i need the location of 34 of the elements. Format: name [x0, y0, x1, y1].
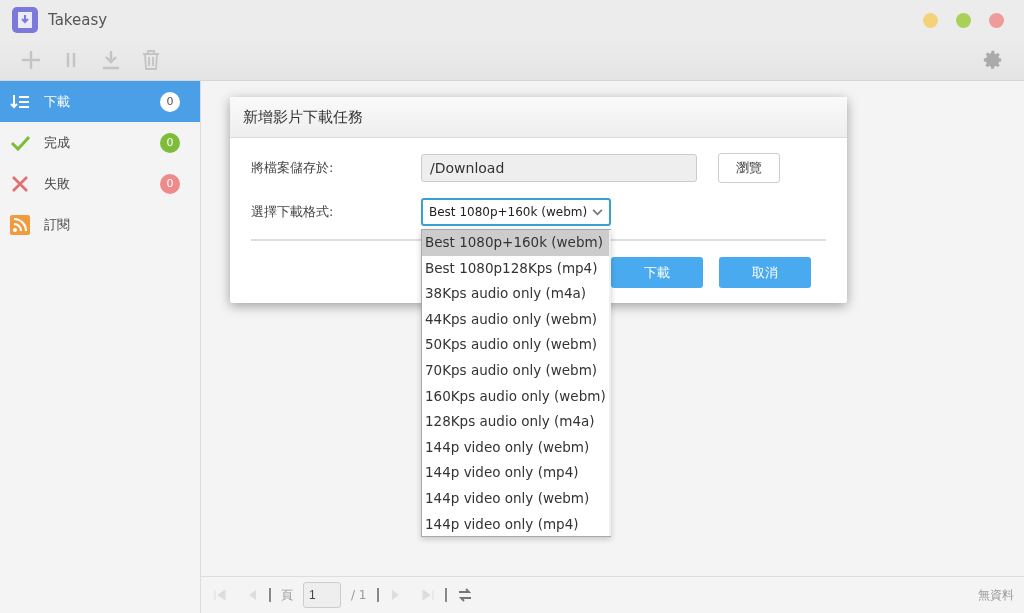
- dropdown-option[interactable]: 144p video only (mp4): [422, 460, 609, 486]
- dropdown-option[interactable]: 44Kps audio only (webm): [422, 306, 609, 333]
- sidebar-label: 訂閱: [44, 215, 70, 234]
- status-text: 無資料: [978, 586, 1014, 604]
- count-badge: 0: [160, 91, 180, 112]
- sidebar-label: 下載: [44, 92, 70, 111]
- count-badge: 0: [160, 173, 180, 194]
- dropdown-option[interactable]: 70Kps audio only (webm): [422, 357, 609, 384]
- sidebar-item[interactable]: 失敗 0: [0, 163, 200, 204]
- field-label: 將檔案儲存於:: [251, 159, 335, 177]
- dialog-title: 新增影片下載任務: [243, 107, 363, 127]
- count-badge: 0: [160, 132, 180, 153]
- dropdown-option[interactable]: 128Kps audio only (m4a): [422, 409, 609, 435]
- page-label: 頁: [281, 586, 293, 604]
- page-total: / 1: [351, 588, 367, 602]
- app-title: Takeasy: [48, 11, 108, 29]
- sidebar-item[interactable]: 完成 0: [0, 122, 200, 163]
- dropdown-option[interactable]: 144p video only (webm): [422, 485, 609, 512]
- dropdown-option[interactable]: 144p video only (mp4): [422, 511, 609, 538]
- page-number-field[interactable]: 1: [303, 582, 341, 608]
- sidebar-label: 完成: [44, 133, 70, 152]
- sidebar-item[interactable]: 訂閱: [0, 204, 200, 245]
- dropdown-option[interactable]: Best 1080p128Kps (mp4): [422, 255, 609, 282]
- sidebar-label: 失敗: [44, 174, 70, 193]
- dropdown-option[interactable]: Best 1080p+160k (webm): [422, 230, 609, 256]
- format-select[interactable]: Best 1080p+160k (webm): [421, 198, 611, 226]
- dropdown-option[interactable]: 144p video only (webm): [422, 434, 609, 461]
- dropdown-option[interactable]: 50Kps audio only (webm): [422, 332, 609, 358]
- dropdown-option[interactable]: 160Kps audio only (webm): [422, 383, 609, 410]
- dropdown-option[interactable]: 38Kps audio only (m4a): [422, 281, 609, 307]
- save-path-field[interactable]: /Download: [421, 154, 697, 182]
- browse-button[interactable]: 瀏覽: [718, 153, 780, 183]
- sidebar-item[interactable]: 下載 0: [0, 81, 200, 122]
- field-label: 選擇下載格式:: [251, 203, 335, 221]
